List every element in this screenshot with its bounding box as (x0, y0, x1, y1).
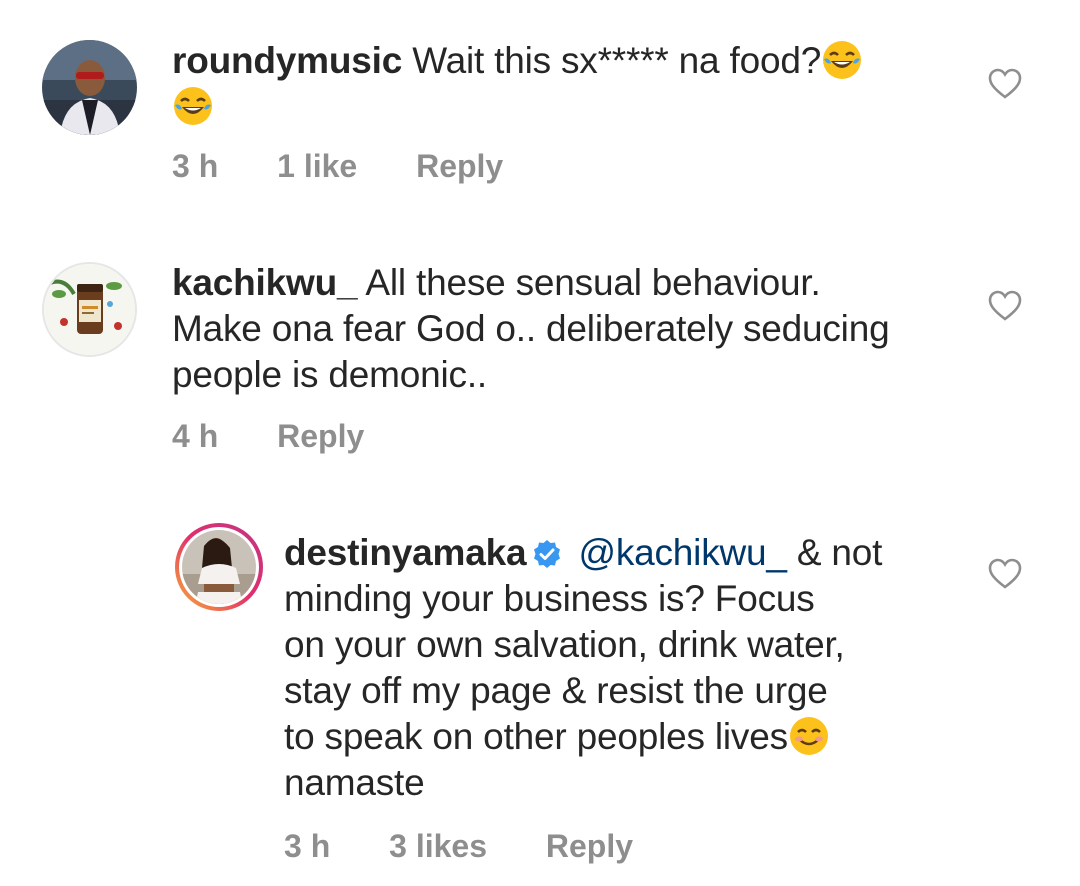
comment-text-line: to speak on other peoples lives (284, 716, 788, 757)
comment-kachikwu: kachikwu_ All these sensual behaviour. M… (0, 230, 1080, 490)
reply-button[interactable]: Reply (277, 418, 364, 455)
username-link[interactable]: destinyamaka (284, 532, 527, 573)
comment-text-line: All these sensual behaviour. (365, 262, 821, 303)
avatar-roundymusic[interactable] (42, 40, 137, 135)
reply-button[interactable]: Reply (546, 828, 633, 865)
comment-meta: 3 h 1 like Reply (172, 148, 503, 185)
comment-text-line: people is demonic.. (172, 354, 487, 395)
comment-body: destinyamaka @kachikwu_ & not minding yo… (284, 530, 964, 806)
tears-of-joy-emoji (172, 85, 214, 127)
heart-icon[interactable] (988, 290, 1022, 322)
comment-time: 4 h (172, 418, 219, 454)
comment-text-line: minding your business is? Focus (284, 578, 815, 619)
smiling-face-emoji (788, 715, 830, 757)
comment-text-line: on your own salvation, drink water, (284, 624, 845, 665)
comment-meta: 3 h 3 likes Reply (284, 828, 633, 865)
username-link[interactable]: kachikwu_ (172, 262, 358, 303)
tears-of-joy-emoji (821, 39, 863, 81)
verified-badge-icon (532, 534, 562, 568)
mention-link[interactable]: @kachikwu_ (578, 532, 787, 573)
comment-text: Wait this sx***** na food? (412, 40, 822, 81)
comment-text-line: & not (796, 532, 883, 573)
avatar-destinyamaka[interactable] (174, 522, 264, 612)
username-link[interactable]: roundymusic (172, 40, 402, 81)
comment-body: kachikwu_ All these sensual behaviour. M… (172, 260, 972, 398)
comment-destinyamaka: destinyamaka @kachikwu_ & not minding yo… (0, 490, 1080, 886)
likes-count[interactable]: 1 like (277, 148, 357, 185)
avatar-kachikwu[interactable] (42, 262, 137, 357)
comment-roundymusic: roundymusic Wait this sx***** na food? 3… (0, 0, 1080, 230)
heart-icon[interactable] (988, 68, 1022, 100)
comment-text-line: stay off my page & resist the urge (284, 670, 828, 711)
comment-time: 3 h (284, 828, 331, 864)
comment-text-line: Make ona fear God o.. deliberately seduc… (172, 308, 890, 349)
reply-button[interactable]: Reply (416, 148, 503, 185)
comment-time: 3 h (172, 148, 219, 184)
likes-count[interactable]: 3 likes (389, 828, 487, 865)
comment-meta: 4 h Reply (172, 418, 364, 455)
comment-text-line: namaste (284, 762, 425, 803)
comment-body: roundymusic Wait this sx***** na food? (172, 38, 932, 130)
heart-icon[interactable] (988, 558, 1022, 590)
